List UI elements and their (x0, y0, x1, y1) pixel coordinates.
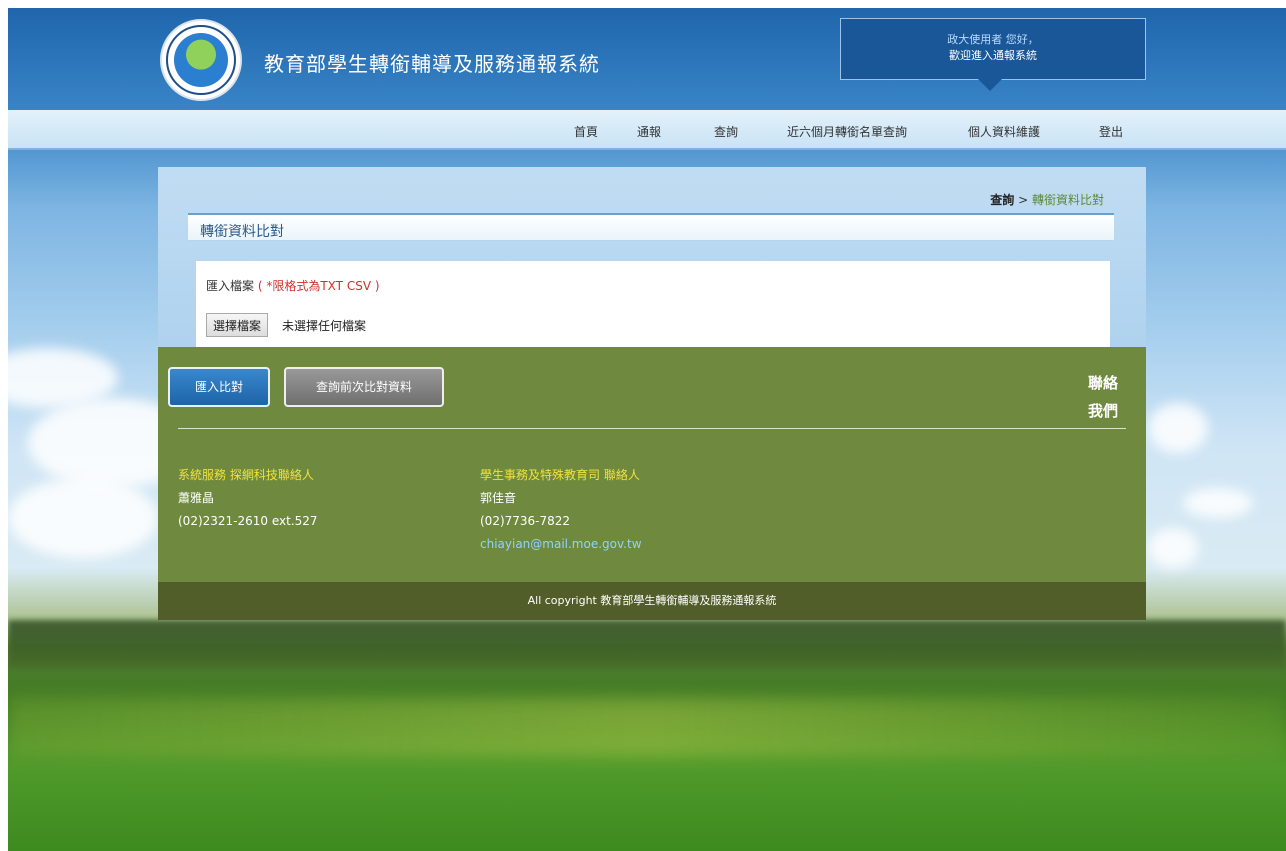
contact-left-phone: (02)2321-2610 ext.527 (178, 514, 318, 528)
footer: 匯入比對 查詢前次比對資料 聯絡我們 系統服務 探網科技聯絡人 蕭雅晶 (02)… (158, 347, 1146, 582)
logo-emblem-icon (174, 33, 228, 87)
page-background: 教育部學生轉銜輔導及服務通報系統 政大使用者 您好， 歡迎進入通報系統 首頁 通… (8, 8, 1286, 851)
nav-query[interactable]: 查詢 (714, 123, 738, 140)
site-header: 教育部學生轉銜輔導及服務通報系統 政大使用者 您好， 歡迎進入通報系統 (8, 8, 1286, 110)
field-highlight (8, 698, 1286, 758)
contact-right-email[interactable]: chiayian@mail.moe.gov.tw (480, 533, 642, 556)
cloud (1183, 488, 1253, 518)
site-title[interactable]: 教育部學生轉銜輔導及服務通報系統 (264, 48, 600, 77)
nav-profile[interactable]: 個人資料維護 (968, 123, 1040, 140)
welcome-user: 政大使用者 您好， (947, 33, 1039, 46)
welcome-arrow-icon (978, 79, 1002, 91)
import-form: 匯入檔案 ( *限格式為TXT CSV ) 選擇檔案 未選擇任何檔案 (196, 261, 1110, 347)
contact-left-title: 系統服務 探網科技聯絡人 (178, 468, 314, 482)
contact-right-name: 郭佳音 (480, 491, 517, 505)
cloud (8, 478, 158, 558)
breadcrumb-current: 轉銜資料比對 (1031, 193, 1104, 207)
contact-left: 系統服務 探網科技聯絡人 蕭雅晶 (02)2321-2610 ext.527 (178, 464, 318, 533)
nav-report[interactable]: 通報 (637, 123, 661, 140)
breadcrumb-parent[interactable]: 查詢 (990, 193, 1014, 207)
welcome-message: 歡迎進入通報系統 (949, 49, 1037, 62)
choose-file-button[interactable]: 選擇檔案 (206, 313, 269, 337)
import-format-hint: ( *限格式為TXT CSV ) (257, 279, 380, 293)
section-title: 轉銜資料比對 (200, 224, 284, 240)
query-previous-button[interactable]: 查詢前次比對資料 (284, 367, 444, 407)
nav-logout[interactable]: 登出 (1099, 123, 1123, 140)
contact-right-phone: (02)7736-7822 (480, 514, 571, 528)
import-label: 匯入檔案 ( *限格式為TXT CSV ) (206, 277, 380, 294)
ministry-logo[interactable] (160, 19, 242, 101)
main-nav: 首頁 通報 查詢 近六個月轉銜名單查詢 個人資料維護 登出 (8, 110, 1286, 150)
import-compare-button[interactable]: 匯入比對 (168, 367, 270, 407)
breadcrumb: 查詢 > 轉銜資料比對 (990, 191, 1104, 208)
content-panel: 查詢 > 轉銜資料比對 轉銜資料比對 匯入檔案 ( *限格式為TXT CSV )… (158, 167, 1146, 347)
copyright: All copyright 教育部學生轉銜輔導及服務通報系統 (158, 582, 1146, 620)
file-status: 未選擇任何檔案 (282, 319, 367, 333)
section-header: 轉銜資料比對 (188, 213, 1114, 241)
import-label-text: 匯入檔案 (206, 279, 255, 293)
nav-recent-transition-list[interactable]: 近六個月轉銜名單查詢 (787, 123, 907, 140)
contact-right-title: 學生事務及特殊教育司 聯絡人 (480, 468, 640, 482)
nav-home[interactable]: 首頁 (574, 123, 598, 140)
welcome-box: 政大使用者 您好， 歡迎進入通報系統 (840, 18, 1146, 80)
breadcrumb-separator: > (1014, 193, 1032, 207)
contact-title: 聯絡我們 (1087, 374, 1118, 420)
cloud (1148, 403, 1208, 453)
treeline (8, 620, 1286, 668)
contact-left-name: 蕭雅晶 (178, 491, 215, 505)
contact-right: 學生事務及特殊教育司 聯絡人 郭佳音 (02)7736-7822 chiayia… (480, 464, 642, 556)
footer-divider (178, 428, 1126, 429)
cloud (1148, 528, 1198, 568)
